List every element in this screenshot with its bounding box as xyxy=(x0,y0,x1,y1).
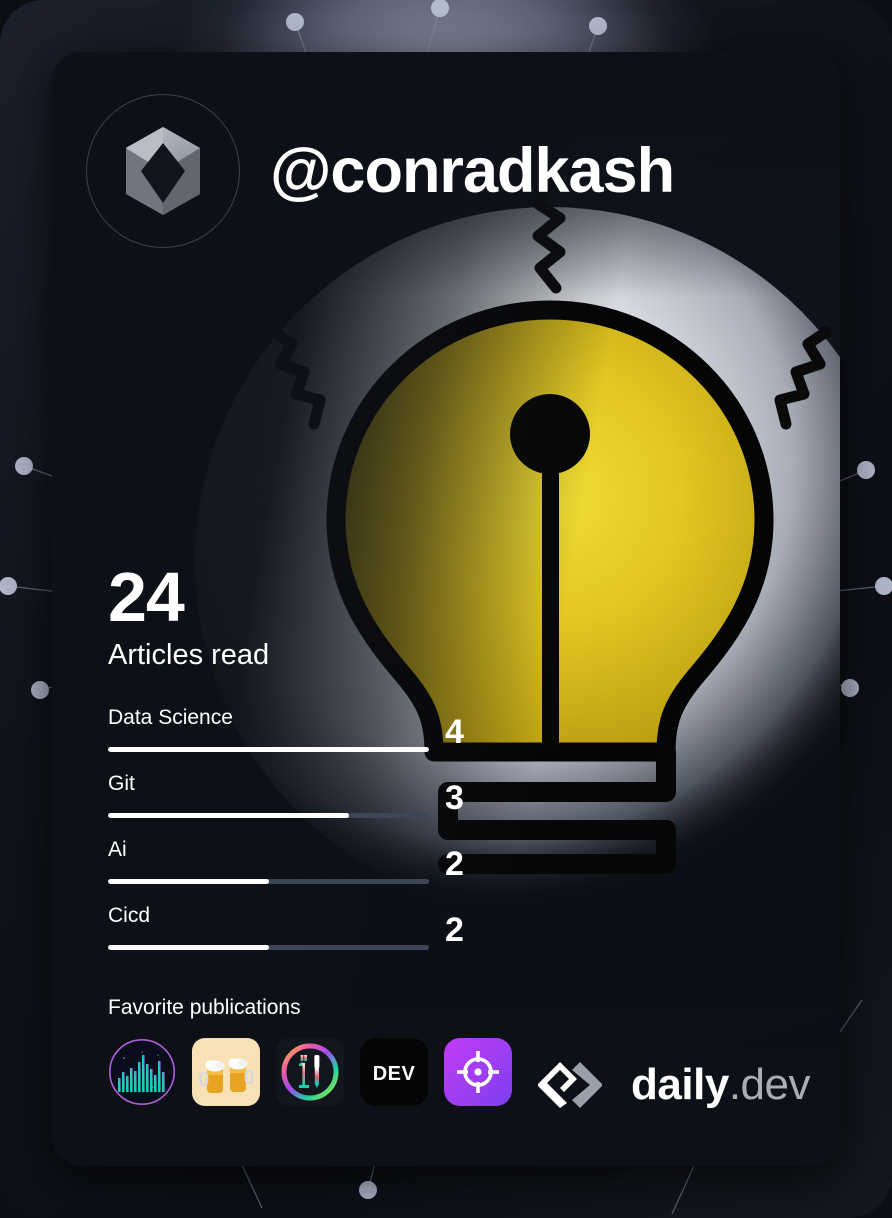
tag-progress-fill xyxy=(108,944,269,950)
brand-name: daily xyxy=(631,1060,729,1109)
table-row: Data Science 4 xyxy=(108,703,488,769)
publication-wrench-screwdriver-rainbow-ring-icon[interactable] xyxy=(276,1038,344,1106)
username: @conradkash xyxy=(270,135,675,206)
avatar[interactable] xyxy=(86,94,240,248)
tag-count: 2 xyxy=(445,910,464,949)
tag-name: Data Science xyxy=(108,705,233,729)
tag-progress-bar xyxy=(108,944,429,950)
dev-logo-text: DEV xyxy=(373,1063,416,1085)
publication-beer-mugs-icon[interactable] xyxy=(192,1038,260,1106)
publication-crosshair-target-icon[interactable] xyxy=(444,1038,512,1106)
tag-progress-fill xyxy=(108,878,269,884)
card-header: @conradkash xyxy=(86,94,675,248)
tag-progress-bar xyxy=(108,878,429,884)
tag-count: 3 xyxy=(445,778,464,817)
daily-dev-branding: daily.dev xyxy=(536,1060,811,1110)
tag-name: Git xyxy=(108,771,135,795)
daily-dev-hexagon-icon xyxy=(126,127,200,215)
tag-name: Ai xyxy=(108,837,127,861)
tag-list: Data Science 4 Git 3 Ai 2 Cicd 2 xyxy=(108,703,488,967)
articles-read-label: Articles read xyxy=(108,638,270,671)
tag-progress-fill xyxy=(108,812,349,818)
stats-section: 24 Articles read Data Science 4 Git 3 Ai… xyxy=(108,558,488,967)
table-row: Cicd 2 xyxy=(108,901,488,967)
tag-count: 4 xyxy=(445,712,464,751)
daily-dev-wordmark: daily.dev xyxy=(631,1063,810,1107)
publication-dev-to-logo-icon[interactable]: DEV xyxy=(360,1038,428,1106)
publication-equalizer-bar-chart-circle-icon[interactable] xyxy=(108,1038,176,1106)
articles-read-count: 24 xyxy=(108,558,185,636)
daily-dev-chevron-logo-icon xyxy=(536,1060,614,1110)
tag-progress-bar xyxy=(108,812,429,818)
devcard-root: @conradkash 24 Articles read Data Scienc… xyxy=(0,0,892,1218)
brand-tld: .dev xyxy=(728,1060,811,1109)
tag-progress-bar xyxy=(108,746,429,752)
devcard-panel: @conradkash 24 Articles read Data Scienc… xyxy=(52,52,840,1166)
tag-count: 2 xyxy=(445,844,464,883)
favorite-publications-title: Favorite publications xyxy=(108,996,301,1019)
table-row: Git 3 xyxy=(108,769,488,835)
tag-name: Cicd xyxy=(108,903,151,927)
tag-progress-fill xyxy=(108,746,429,752)
table-row: Ai 2 xyxy=(108,835,488,901)
